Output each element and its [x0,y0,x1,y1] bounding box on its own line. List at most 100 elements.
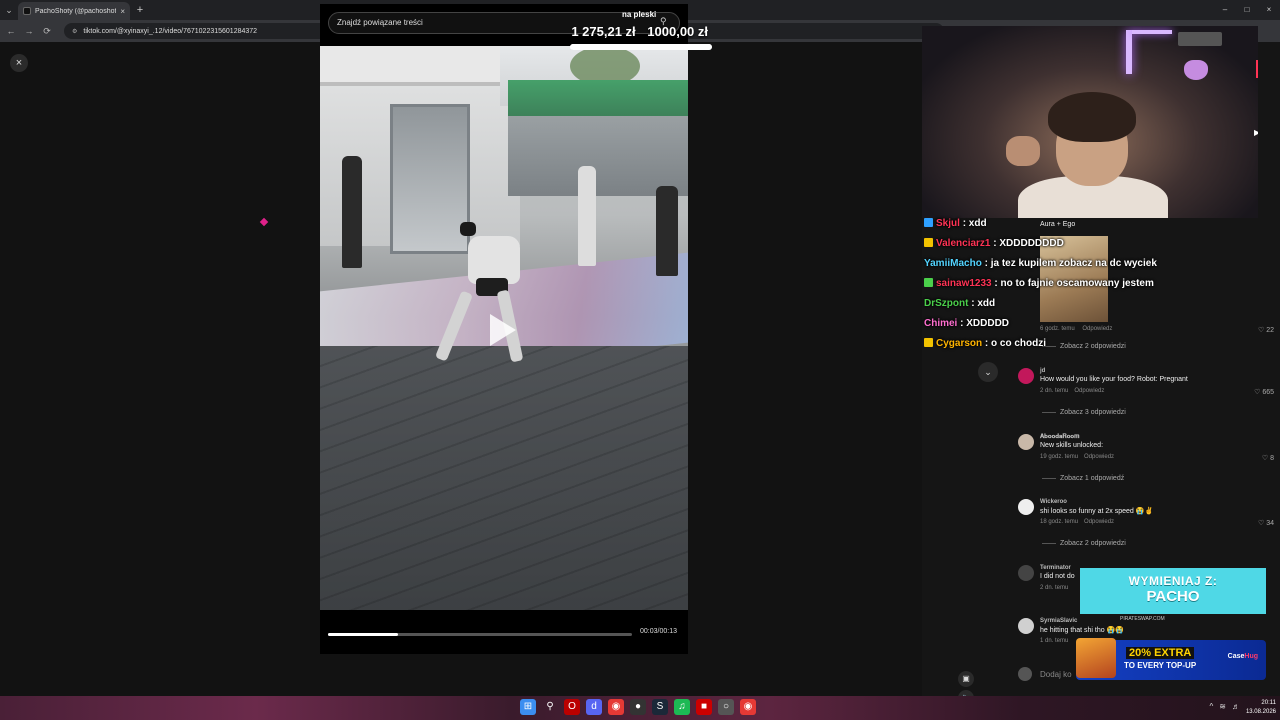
chat-message: YamiiMacho : ja tez kupilem zobacz na dc… [924,258,1157,269]
donation-current: 1 275,21 zł [571,24,636,39]
windows-taskbar: ⊞ ⚲ O d ◉ ● S ♫ ■ ○ ◉ ^ ≋ ♬ 20:11 13.08.… [0,696,1280,720]
like-count[interactable]: ♡ 665 [1254,388,1274,396]
ad-promo-sub: TO EVERY TOP-UP [1124,661,1197,670]
donation-goal-label: na pleski [622,10,657,19]
wifi-icon[interactable]: ≋ [1219,702,1226,711]
site-info-icon[interactable]: ⚙ [72,28,77,35]
video-green-wall [508,80,688,120]
comment-time: 2 dn. temu [1040,388,1069,394]
ad-brand: CaseHug [1228,653,1258,660]
reply-link[interactable]: Odpowiedz [1074,388,1104,394]
system-tray: ^ ≋ ♬ [1210,702,1240,711]
app-icon[interactable]: ■ [696,699,712,715]
ad-line-1: WYMIENIAJ Z: [1128,574,1218,588]
comment-username[interactable]: Terminator [1040,565,1071,571]
close-video-button[interactable]: × [10,54,28,72]
chat-username: DrSzpont [924,298,969,309]
comment-text: Aura + Ego [1040,221,1076,228]
video-shop-sign [320,46,510,86]
video-player[interactable] [320,4,688,654]
taskbar-clock[interactable]: 20:11 13.08.2026 [1246,699,1276,717]
video-building-back [508,116,688,196]
opera-icon[interactable]: O [564,699,580,715]
close-window-button[interactable]: × [1258,0,1280,20]
new-tab-button[interactable]: + [130,4,150,16]
chat-message: Valenciarz1 : XDDDDDDDD [924,238,1064,249]
video-paving [320,346,688,610]
video-person [342,156,362,268]
comment-meta: 1 dn. temu [1040,638,1068,644]
reload-button[interactable]: ⟳ [40,26,54,37]
chat-username: sainaw1233 [936,278,992,289]
add-comment-placeholder: Dodaj ko [1040,670,1072,679]
ad-brand-a: Case [1227,653,1245,660]
pirateswap-ad: WYMIENIAJ Z: PACHO [1080,568,1266,614]
search-icon[interactable]: ⚲ [542,699,558,715]
chat-text: : XDDDDD [960,318,1010,329]
avatar[interactable] [1018,565,1034,581]
minimize-button[interactable]: – [1214,0,1236,20]
avatar[interactable] [1018,368,1034,384]
like-count[interactable]: ♡ 8 [1262,454,1274,462]
comment-meta-row: 6 godz. temu Odpowiedz ♡ 22 [1018,306,1280,334]
browser-tab-active[interactable]: PachoShoty (@pachoshoty) | Ti × [18,2,130,20]
like-count[interactable]: ♡ 34 [1258,519,1274,527]
back-button[interactable]: ← [4,26,18,36]
ad-promo: 20% EXTRA [1126,647,1195,659]
reply-link[interactable]: Odpowiedz [1082,326,1112,332]
chat-text: : XDDDDDDDD [993,238,1064,249]
steam-icon[interactable]: S [652,699,668,715]
video-timecode: 00:03/00:13 [640,628,677,635]
play-icon[interactable] [490,314,516,346]
like-count-value: 22 [1266,327,1274,334]
tab-search-icon[interactable]: ⌄ [0,0,18,20]
reply-link[interactable]: Odpowiedz [1084,519,1114,525]
comment-header: Aura + Ego [1018,220,1280,234]
avatar[interactable] [1018,499,1034,515]
chrome-icon[interactable]: ◉ [740,699,756,715]
avatar[interactable] [1018,434,1034,450]
neon-light [1126,30,1132,74]
comment-username[interactable]: SyrmiaSlavic [1040,618,1077,624]
robot-body [468,236,520,284]
view-replies-link[interactable]: Zobacz 2 odpowiedzi [1042,343,1126,350]
video-kiosk [390,104,470,254]
like-count[interactable]: ♡ 22 [1258,326,1274,334]
next-arrow-icon[interactable]: ▶ [1254,128,1258,137]
chat-message: Chimei : XDDDDD [924,318,1009,329]
comment-username[interactable]: Wickeroo [1040,499,1067,505]
tab-close-icon[interactable]: × [120,7,125,16]
screen: ⌄ PachoShoty (@pachoshoty) | Ti × + – □ … [0,0,1280,720]
tray-chevron-icon[interactable]: ^ [1210,702,1214,711]
video-progress-bar[interactable] [328,633,632,636]
taskbar-apps: ⊞ ⚲ O d ◉ ● S ♫ ■ ○ ◉ [520,699,756,715]
start-icon[interactable]: ⊞ [520,699,536,715]
view-replies-link[interactable]: Zobacz 1 odpowiedź [1042,475,1124,482]
reply-link[interactable]: Odpowiedz [1084,454,1114,460]
like-count-value: 665 [1262,389,1274,396]
chat-text: : o co chodzi [984,338,1047,349]
chrome-icon[interactable]: ◉ [608,699,624,715]
app-icon[interactable]: ○ [718,699,734,715]
volume-icon[interactable]: ♬ [1232,702,1240,711]
spotify-icon[interactable]: ♫ [674,699,690,715]
avatar[interactable] [1018,618,1034,634]
mini-player-icon[interactable]: ▣ [958,671,974,687]
streamer-hair [1048,92,1136,142]
forward-button[interactable]: → [22,26,36,36]
discord-icon[interactable]: d [586,699,602,715]
chat-username: Cygarson [936,338,983,349]
view-replies-link[interactable]: Zobacz 2 odpowiedzi [1042,540,1126,547]
like-count-value: 34 [1266,520,1274,527]
donation-progress-fill [570,44,712,50]
comment-username[interactable]: jd [1040,368,1045,374]
streamer-hand [1006,136,1040,166]
view-replies-link[interactable]: Zobacz 3 odpowiedzi [1042,409,1126,416]
add-comment-field[interactable]: Dodaj ko [1018,666,1098,684]
chat-message: DrSzpont : xdd [924,298,995,309]
scroll-down-icon[interactable]: ⌄ [978,362,998,382]
comment-username[interactable]: 𝐀𝐛𝐨𝐨𝐝𝐚𝐑𝐨𝐨𝐦 [1040,434,1079,441]
maximize-button[interactable]: □ [1236,0,1258,20]
chat-username: Valenciarz1 [936,238,991,249]
obs-icon[interactable]: ● [630,699,646,715]
